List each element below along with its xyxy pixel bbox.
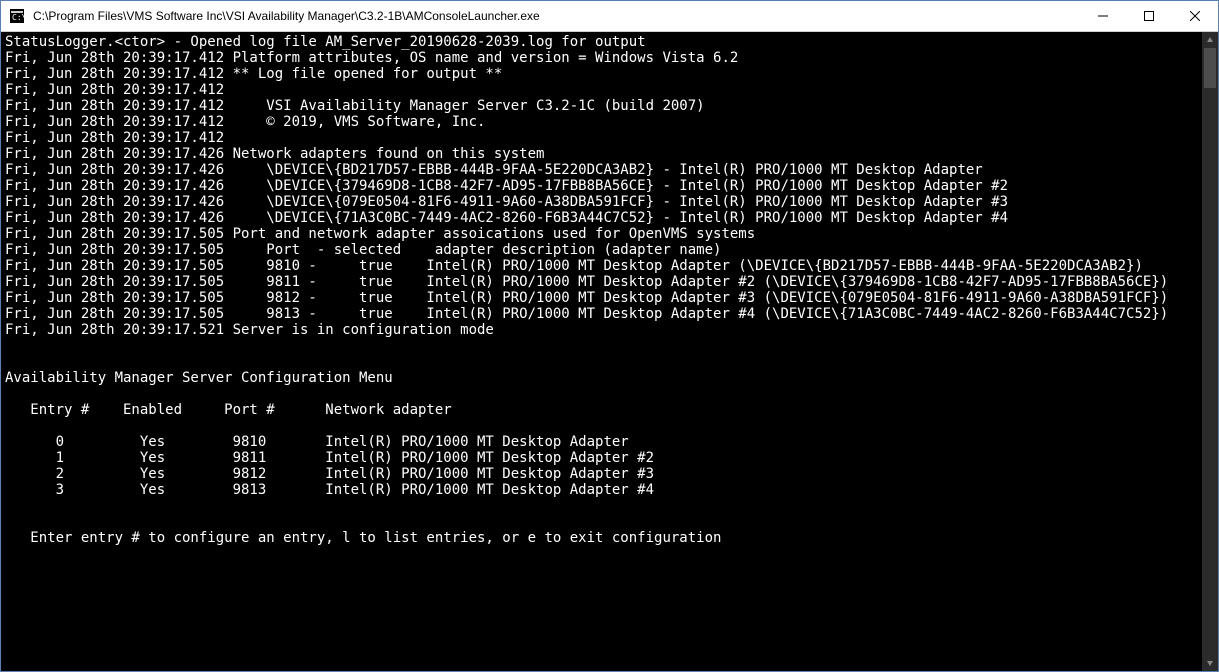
scrollbar-track[interactable] <box>1202 48 1218 655</box>
titlebar[interactable]: C:\ C:\Program Files\VMS Software Inc\VS… <box>1 1 1218 32</box>
scroll-down-button[interactable] <box>1202 655 1218 671</box>
console-window: C:\ C:\Program Files\VMS Software Inc\VS… <box>0 0 1219 672</box>
scroll-up-button[interactable] <box>1202 32 1218 48</box>
svg-text:C:\: C:\ <box>12 13 24 22</box>
scrollbar-thumb[interactable] <box>1204 48 1216 88</box>
console-output[interactable]: StatusLogger.<ctor> - Opened log file AM… <box>1 32 1202 671</box>
app-icon: C:\ <box>7 6 27 26</box>
window-title: C:\Program Files\VMS Software Inc\VSI Av… <box>33 9 1080 23</box>
minimize-button[interactable] <box>1080 1 1126 31</box>
console-area: StatusLogger.<ctor> - Opened log file AM… <box>1 32 1218 671</box>
close-button[interactable] <box>1172 1 1218 31</box>
vertical-scrollbar[interactable] <box>1202 32 1218 671</box>
maximize-button[interactable] <box>1126 1 1172 31</box>
